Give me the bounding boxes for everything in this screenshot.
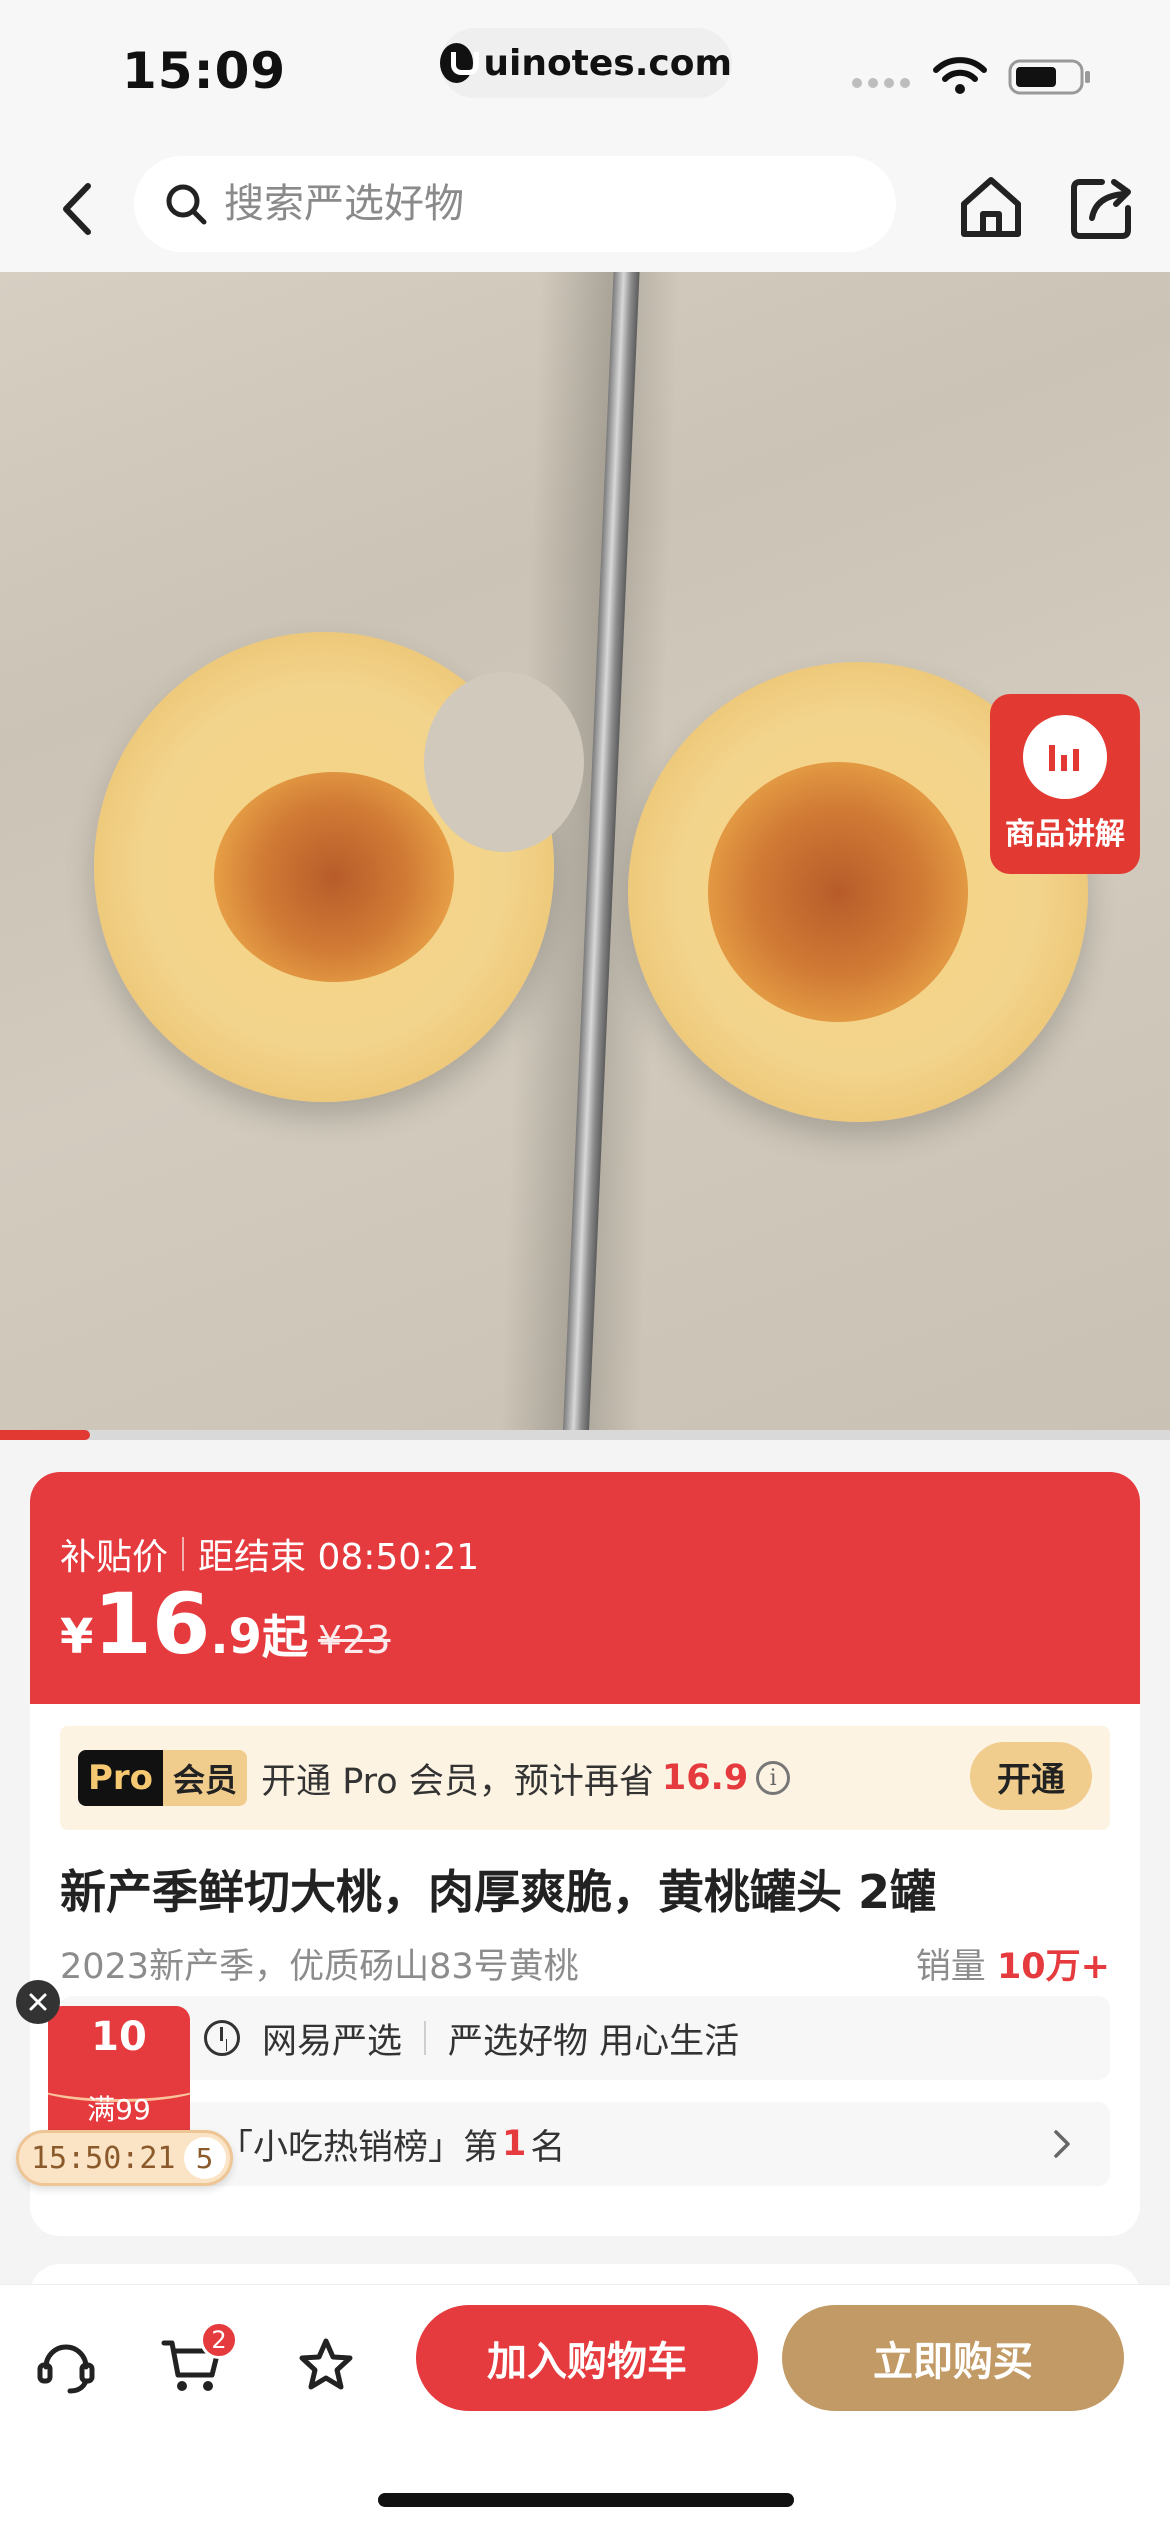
divider [182, 1537, 185, 1571]
pro-save-amount: 16.9 [661, 1758, 749, 1798]
product-subtitle: 2023新产季，优质砀山83号黄桃 [60, 1947, 579, 1987]
original-price: ¥23 [317, 1618, 391, 1662]
status-bar: 15:09 uinotes.com [0, 0, 1170, 150]
search-box[interactable] [134, 156, 896, 252]
chart-icon [1023, 715, 1107, 799]
search-icon [166, 184, 207, 225]
price-decimal: .9 [210, 1609, 262, 1665]
promo-label: 补贴价 [60, 1537, 169, 1578]
favorite-button[interactable] [286, 2325, 366, 2405]
back-button[interactable] [50, 174, 110, 244]
open-pro-button[interactable]: 开通 [970, 1742, 1092, 1810]
divider [424, 2021, 427, 2055]
coupon-timer-ms: 5 [183, 2137, 226, 2179]
product-card: 补贴价 距结束 08:50:21 ¥ 16 .9 起 ¥23 Pro 会员 开通… [30, 1472, 1140, 2236]
peach-half-left [94, 632, 584, 1102]
wifi-icon [933, 57, 987, 94]
price-line: ¥ 16 .9 起 ¥23 [60, 1582, 390, 1667]
pro-badge-label: Pro [78, 1750, 164, 1806]
search-input[interactable] [224, 181, 824, 227]
home-button[interactable] [956, 172, 1026, 242]
url-pill[interactable]: uinotes.com [440, 28, 732, 98]
video-progress-bar[interactable] [0, 1430, 1170, 1440]
buy-now-button[interactable]: 立即购买 [782, 2305, 1124, 2411]
bottom-action-bar: 2 加入购物车 立即购买 [0, 2284, 1170, 2532]
product-explain-button[interactable]: 商品讲解 [990, 694, 1140, 874]
coupon-amount: 10 [91, 2014, 147, 2060]
video-progress-fill [0, 1430, 91, 1440]
product-video[interactable]: 商品讲解 [0, 272, 1170, 1432]
pro-badge: Pro 会员 [78, 1750, 248, 1806]
nav-bar [0, 150, 1170, 272]
battery-icon [1008, 59, 1090, 95]
coupon-timer-text: 15:50:21 [31, 2140, 176, 2176]
rank-suffix: 名 [530, 2127, 566, 2168]
cart-count-badge: 2 [200, 2321, 238, 2359]
brand-row[interactable]: 网易严选 严选好物 用心生活 [60, 1996, 1110, 2080]
sales-count: 销量 10万+ [916, 1938, 1110, 1989]
close-icon [29, 1993, 47, 2011]
clock-icon [204, 2020, 240, 2056]
coupon-condition: 满99 [87, 2093, 151, 2126]
brand-name: 网易严选 [262, 2021, 403, 2062]
url-text: uinotes.com [483, 42, 732, 84]
coupon-close-button[interactable] [16, 1980, 60, 2024]
share-button[interactable] [1066, 172, 1136, 242]
status-time: 15:09 [122, 42, 287, 100]
pro-membership-bar[interactable]: Pro 会员 开通 Pro 会员，预计再省 16.9 i 开通 [60, 1726, 1110, 1830]
brand-slogan: 严选好物 用心生活 [448, 2021, 740, 2062]
member-badge-label: 会员 [163, 1750, 248, 1806]
product-title: 新产季鲜切大桃，肉厚爽脆，黄桃罐头 2罐 [60, 1865, 937, 1919]
customer-service-button[interactable] [26, 2325, 106, 2405]
info-icon[interactable]: i [756, 1761, 791, 1795]
price-suffix: 起 [261, 1610, 308, 1664]
cart-button[interactable]: 2 [152, 2321, 238, 2405]
star-icon [299, 2338, 353, 2390]
price-integer: 16 [93, 1575, 211, 1673]
home-indicator [378, 2493, 794, 2507]
promo-line: 补贴价 距结束 08:50:21 [60, 1528, 479, 1580]
currency-symbol: ¥ [60, 1609, 94, 1665]
headset-icon [37, 2344, 95, 2394]
rank-number: 1 [502, 2124, 527, 2164]
explain-label: 商品讲解 [1005, 817, 1125, 852]
sales-value: 10万+ [996, 1947, 1110, 1987]
coupon-timer: 15:50:21 5 [16, 2130, 233, 2186]
countdown-text: 距结束 08:50:21 [198, 1537, 480, 1578]
price-banner: 补贴价 距结束 08:50:21 ¥ 16 .9 起 ¥23 [30, 1472, 1140, 1704]
site-logo-icon [440, 43, 480, 83]
sales-label: 销量 [915, 1947, 986, 1987]
chevron-right-icon [1054, 2130, 1070, 2158]
signal-icon [852, 78, 910, 88]
rank-prefix: 「小吃热销榜」第 [218, 2127, 499, 2168]
add-to-cart-button[interactable]: 加入购物车 [416, 2305, 758, 2411]
pro-promo-text: 开通 Pro 会员，预计再省 [261, 1761, 654, 1802]
